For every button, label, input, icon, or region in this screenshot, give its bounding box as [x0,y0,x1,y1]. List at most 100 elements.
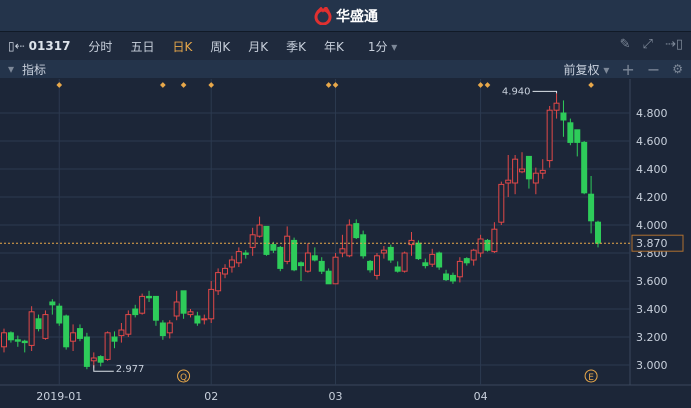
candle-body [595,221,601,244]
candle-body [304,252,311,272]
candle-body [373,255,380,276]
candle-body [1,332,7,348]
candle [325,268,332,285]
candle-body [339,248,346,254]
candle-body [222,267,229,275]
candle-body [159,322,166,337]
candle-body [415,242,422,260]
candle [581,141,588,195]
candle-body [546,109,553,162]
candle-body [325,270,332,285]
candle-body [263,225,270,255]
candle-body [270,244,277,251]
candle-body [380,249,387,254]
candle [215,268,222,295]
candle-body [187,311,194,316]
candle-body [539,169,546,174]
candle-body [498,183,505,223]
candle-body [49,301,56,306]
current-price-label: 3.870 [636,237,668,250]
x-tick-label: 04 [474,390,488,403]
candle-body [76,328,83,339]
candle-body [505,179,512,184]
candle-body [201,318,208,321]
candle-body [180,290,187,314]
candle [83,332,90,370]
candle-body [152,295,159,321]
event-marker-label: E [588,373,594,383]
candle-body [574,129,581,143]
candle-body [353,223,360,239]
candle-body [14,339,21,342]
candle [42,310,49,340]
x-tick-label: 2019-01 [36,390,82,403]
candle [387,244,394,263]
candle-body [83,336,90,367]
y-tick-label: 4.400 [636,163,668,176]
candle-body [387,246,394,261]
event-marker-label: Q [180,373,187,383]
candle-body [436,252,443,268]
candle-body [111,336,118,342]
candle [125,310,132,337]
candle-body [532,172,539,184]
candle [277,246,284,272]
candle-body [28,311,35,346]
candle-body [70,332,77,342]
candle-body [484,239,491,251]
candle-body [318,260,325,272]
candle-body [194,315,201,324]
candle-body [235,251,242,264]
candle [546,106,553,168]
y-tick-label: 4.000 [636,219,668,232]
candle-body [491,228,498,253]
candle-body [56,305,63,324]
candle-body [208,288,215,320]
candle-body [519,168,526,173]
candle-body [284,235,291,262]
candle-body [139,295,146,314]
y-tick-label: 3.600 [636,275,668,288]
y-tick-label: 4.600 [636,135,668,148]
candle-body [456,260,463,278]
candle-body [332,256,339,285]
candle-body [360,234,367,257]
candle-body [401,252,408,272]
candle-body [146,295,153,299]
candle-body [104,332,111,360]
candle [498,181,505,225]
candle [104,331,111,361]
candle [436,251,443,270]
candle-body [277,246,284,269]
candle-body [242,252,249,255]
candle-body [21,340,28,344]
candle [360,230,367,259]
y-tick-label: 3.400 [636,303,668,316]
candle-body [560,112,567,121]
candle [56,303,63,326]
candle [332,253,339,285]
candle-body [256,224,263,237]
candle-body [443,273,450,281]
candle-body [553,102,560,111]
candlestick-chart[interactable]: 4.8004.6004.4004.2004.0003.8003.6003.400… [0,0,691,408]
candle-body [249,234,256,248]
candle [373,253,380,280]
candle-body [97,356,104,363]
candle-body [525,155,532,180]
candle [28,306,35,351]
candle [346,219,353,258]
candle [291,237,298,272]
candle [484,239,491,252]
candle-body [166,322,173,334]
candle-body [429,253,436,265]
y-tick-label: 4.800 [636,107,668,120]
candle-body [311,255,318,261]
candle-body [449,274,456,282]
candle-body [125,314,132,335]
candle-body [408,239,415,246]
candle-body [567,122,574,143]
x-tick-label: 03 [329,390,343,403]
candle-body [132,308,139,316]
candle-body [463,258,470,264]
